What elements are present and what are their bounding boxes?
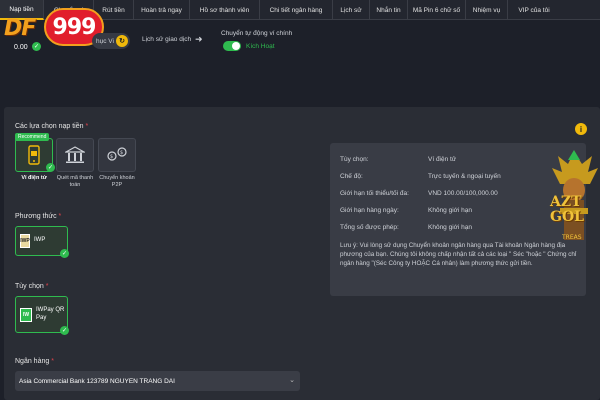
choice-iwpay-label: IWPay QR Pay	[36, 307, 65, 321]
promo-title-line3: TREAS	[562, 234, 582, 241]
option-qr-scan[interactable]	[56, 138, 94, 172]
method-check-icon: ✓	[60, 249, 69, 258]
info-value-limits: VND 100.00/100,000.00	[428, 190, 498, 197]
tab-history[interactable]: Lịch sử	[333, 0, 370, 20]
transaction-history-link[interactable]: Lịch sử giao dịch	[142, 36, 191, 43]
balance-check-icon: ✓	[32, 42, 41, 51]
mobile-wallet-icon	[28, 145, 40, 165]
bank-heading: Ngân hàng *	[15, 358, 54, 365]
option-ewallet-label: Ví điện tử	[21, 175, 47, 181]
info-label-daily-limit: Giới hạn hàng ngày:	[340, 207, 399, 214]
promo-title-line1: AZT	[550, 194, 582, 210]
info-label-option: Tùy chọn:	[340, 156, 369, 163]
iwpay-logo-icon: IW	[20, 307, 32, 322]
svg-text:$: $	[120, 150, 123, 156]
method-heading: Phương thức *	[15, 213, 62, 220]
info-label-total-allowed: Tổng số được phép:	[340, 224, 399, 231]
iwp-logo-icon: IWP	[20, 234, 30, 248]
bank-building-icon	[65, 146, 85, 163]
auto-transfer-status: Kích Hoạt	[246, 43, 275, 50]
recover-wallet-button[interactable]: hục Vi ↻	[92, 33, 130, 49]
recover-wallet-label: hục Vi	[96, 37, 114, 45]
method-title: Phương thức	[15, 213, 57, 220]
recommend-label: Recommend	[18, 134, 47, 140]
tab-my-vip[interactable]: VIP của tôi	[508, 0, 560, 20]
bank-select-value: Asia Commercial Bank 123789 NGUYEN TRANG…	[19, 377, 175, 385]
p2p-transfer-icon: $ $	[107, 147, 127, 161]
info-note: Lưu ý: Vui lòng sử dụng Chuyển khoản ngâ…	[340, 242, 577, 268]
bank-select[interactable]: Asia Commercial Bank 123789 NGUYEN TRANG…	[15, 371, 300, 391]
auto-transfer-toggle[interactable]	[223, 41, 241, 51]
deposit-options-heading: Các lựa chọn nạp tiền *	[15, 123, 89, 130]
chevron-down-icon: ⌄	[289, 377, 295, 384]
recommend-badge: Recommend	[15, 133, 50, 141]
selected-check-icon: ✓	[46, 163, 55, 172]
logo-text-df: DF	[4, 16, 36, 41]
info-label-mode: Chế độ:	[340, 173, 363, 180]
svg-text:$: $	[110, 154, 113, 160]
choice-title: Tùy chọn	[15, 283, 44, 290]
tab-instant-rebate[interactable]: Hoàn trả ngay	[134, 0, 190, 20]
info-label-limits: Giới hạn tối thiểu/tối đa:	[340, 190, 409, 197]
tab-bank-details[interactable]: Chi tiết ngân hàng	[260, 0, 333, 20]
bank-title: Ngân hàng	[15, 358, 50, 365]
option-qr-scan-label: Quét mã thanh toán	[56, 175, 94, 188]
choice-heading: Tùy chọn *	[15, 283, 49, 290]
option-p2p-label: Chuyển khoản P2P	[99, 175, 135, 188]
toggle-knob	[232, 42, 240, 50]
wallet-balance: 0.00	[14, 44, 28, 51]
option-p2p[interactable]: $ $	[98, 138, 136, 172]
promo-title-line2: GOL	[550, 209, 584, 225]
tab-member-profile[interactable]: Hồ sơ thành viên	[190, 0, 260, 20]
deposit-options-title: Các lựa chọn nạp tiền	[15, 123, 84, 130]
logo-text-999: 999	[52, 14, 97, 40]
arrow-right-icon: ➜	[195, 34, 203, 44]
method-iwp-label: IWP	[34, 237, 46, 244]
info-value-daily-limit: Không giới hạn	[428, 207, 473, 214]
info-value-total-allowed: Không giới hạn	[428, 224, 473, 231]
info-icon[interactable]: i	[575, 123, 587, 135]
tab-missions[interactable]: Nhiệm vụ	[466, 0, 508, 20]
promo-banner[interactable]: AZT GOL TREAS	[548, 150, 600, 250]
tab-messages[interactable]: Nhắn tin	[370, 0, 408, 20]
tab-pin-code[interactable]: Mã Pin 6 chữ số	[408, 0, 466, 20]
choice-check-icon: ✓	[60, 326, 69, 335]
recover-icon: ↻	[116, 35, 128, 47]
auto-transfer-label: Chuyển tự động ví chính	[221, 30, 293, 37]
info-value-mode: Trực tuyến & ngoại tuyến	[428, 173, 501, 180]
info-value-option: Ví điện tử	[428, 156, 457, 163]
